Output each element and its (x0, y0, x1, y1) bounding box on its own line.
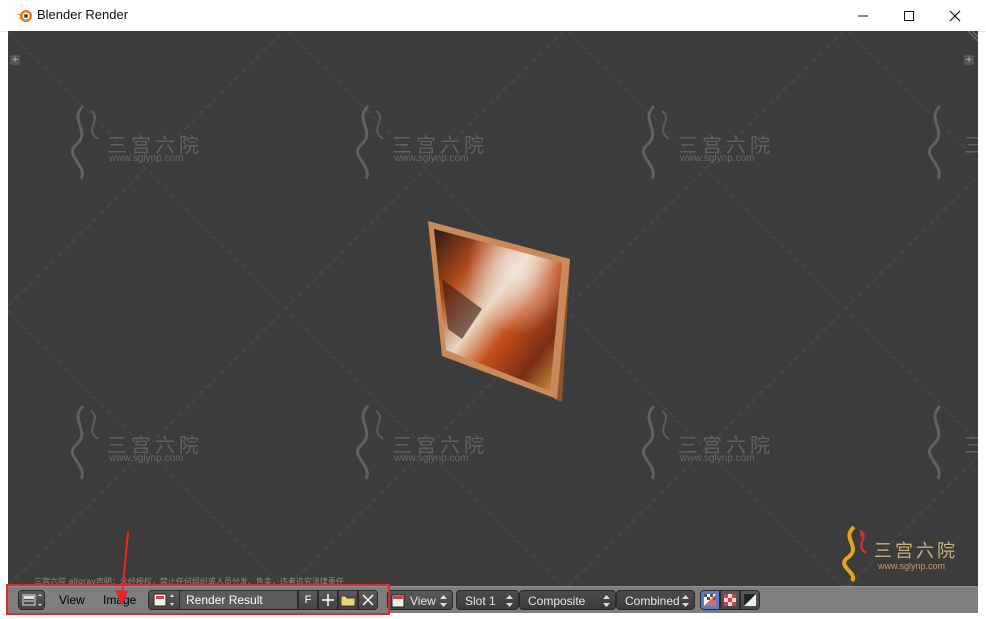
annotation-arrow-icon (115, 531, 129, 606)
color-alpha-icon (704, 594, 716, 606)
image-editor-icon (22, 594, 42, 606)
image-viewport[interactable]: + + 三宫六院 www.sglynp.com 三宫六院 www.sglynp.… (8, 31, 978, 586)
watermark: 三宫六院 www.sglynp.com (348, 401, 498, 491)
dragon-logo-icon (71, 404, 99, 480)
watermark: 三宫六院 (920, 401, 978, 491)
select-arrows-icon (506, 595, 513, 607)
folder-icon (340, 595, 356, 607)
site-logo: 三宫六院 www.sglynp.com (836, 523, 966, 583)
render-result-image (428, 221, 570, 402)
minimize-button[interactable] (840, 0, 886, 31)
slot-select[interactable]: Slot 1 (456, 590, 519, 610)
editor-type-button[interactable] (18, 590, 45, 610)
image-name-field[interactable]: Render Result (180, 590, 298, 610)
draw-zbuffer-button[interactable] (740, 590, 760, 610)
close-icon (949, 10, 961, 21)
maximize-icon (904, 10, 914, 21)
dragon-logo-icon (928, 404, 942, 480)
dragon-logo-icon (356, 104, 384, 180)
view-select[interactable]: View (387, 590, 453, 610)
select-arrows-icon (440, 595, 447, 607)
dragon-logo-icon (642, 104, 670, 180)
region-expand-left-icon[interactable]: + (10, 55, 20, 65)
watermark: 三宫六院 www.sglynp.com (634, 401, 784, 491)
dragon-logo-icon (356, 404, 384, 480)
draw-color-alpha-button[interactable] (700, 590, 720, 610)
plus-icon (322, 594, 334, 606)
window-titlebar: Blender Render (0, 0, 986, 32)
window-title: Blender Render (37, 7, 129, 22)
checker-icon (724, 594, 736, 606)
select-arrows-icon (682, 595, 689, 607)
dragon-logo-icon (928, 104, 942, 180)
close-button[interactable] (932, 0, 978, 31)
open-image-button[interactable] (338, 590, 358, 610)
unlink-image-button[interactable] (358, 590, 378, 610)
select-arrows-icon (603, 595, 610, 607)
minimize-icon (858, 15, 868, 16)
watermark: 三宫六院 www.sglynp.com (348, 101, 498, 191)
z-buffer-icon (744, 594, 756, 606)
region-expand-right-icon[interactable]: + (964, 55, 974, 65)
x-icon (362, 594, 374, 606)
menu-view[interactable]: View (59, 591, 85, 610)
new-image-button[interactable] (318, 590, 338, 610)
image-editor-header: View Image Render Result F View Slot 1 (8, 586, 978, 613)
watermark: 三宫六院 (920, 101, 978, 191)
watermark: 三宫六院 www.sglynp.com (63, 401, 213, 491)
image-browse-icon (153, 593, 174, 607)
image-browse-button[interactable] (148, 590, 180, 610)
copyright-notice: 三宫六院 allgray声明：未经授权，禁止任何组织或人员分发、售卖，违者追究法… (34, 577, 344, 586)
fake-user-button[interactable]: F (298, 590, 318, 610)
dragon-logo-icon (71, 104, 99, 180)
maximize-button[interactable] (886, 0, 932, 31)
watermark: 三宫六院 www.sglynp.com (634, 101, 784, 191)
golden-dragon-logo-icon (842, 525, 867, 583)
watermark: 三宫六院 www.sglynp.com (63, 101, 213, 191)
draw-color-button[interactable] (720, 590, 740, 610)
blender-logo-icon (17, 10, 32, 22)
view-layer-icon (391, 594, 405, 608)
dragon-logo-icon (642, 404, 670, 480)
render-pass-select[interactable]: Combined (616, 590, 695, 610)
render-layer-select[interactable]: Composite (519, 590, 616, 610)
